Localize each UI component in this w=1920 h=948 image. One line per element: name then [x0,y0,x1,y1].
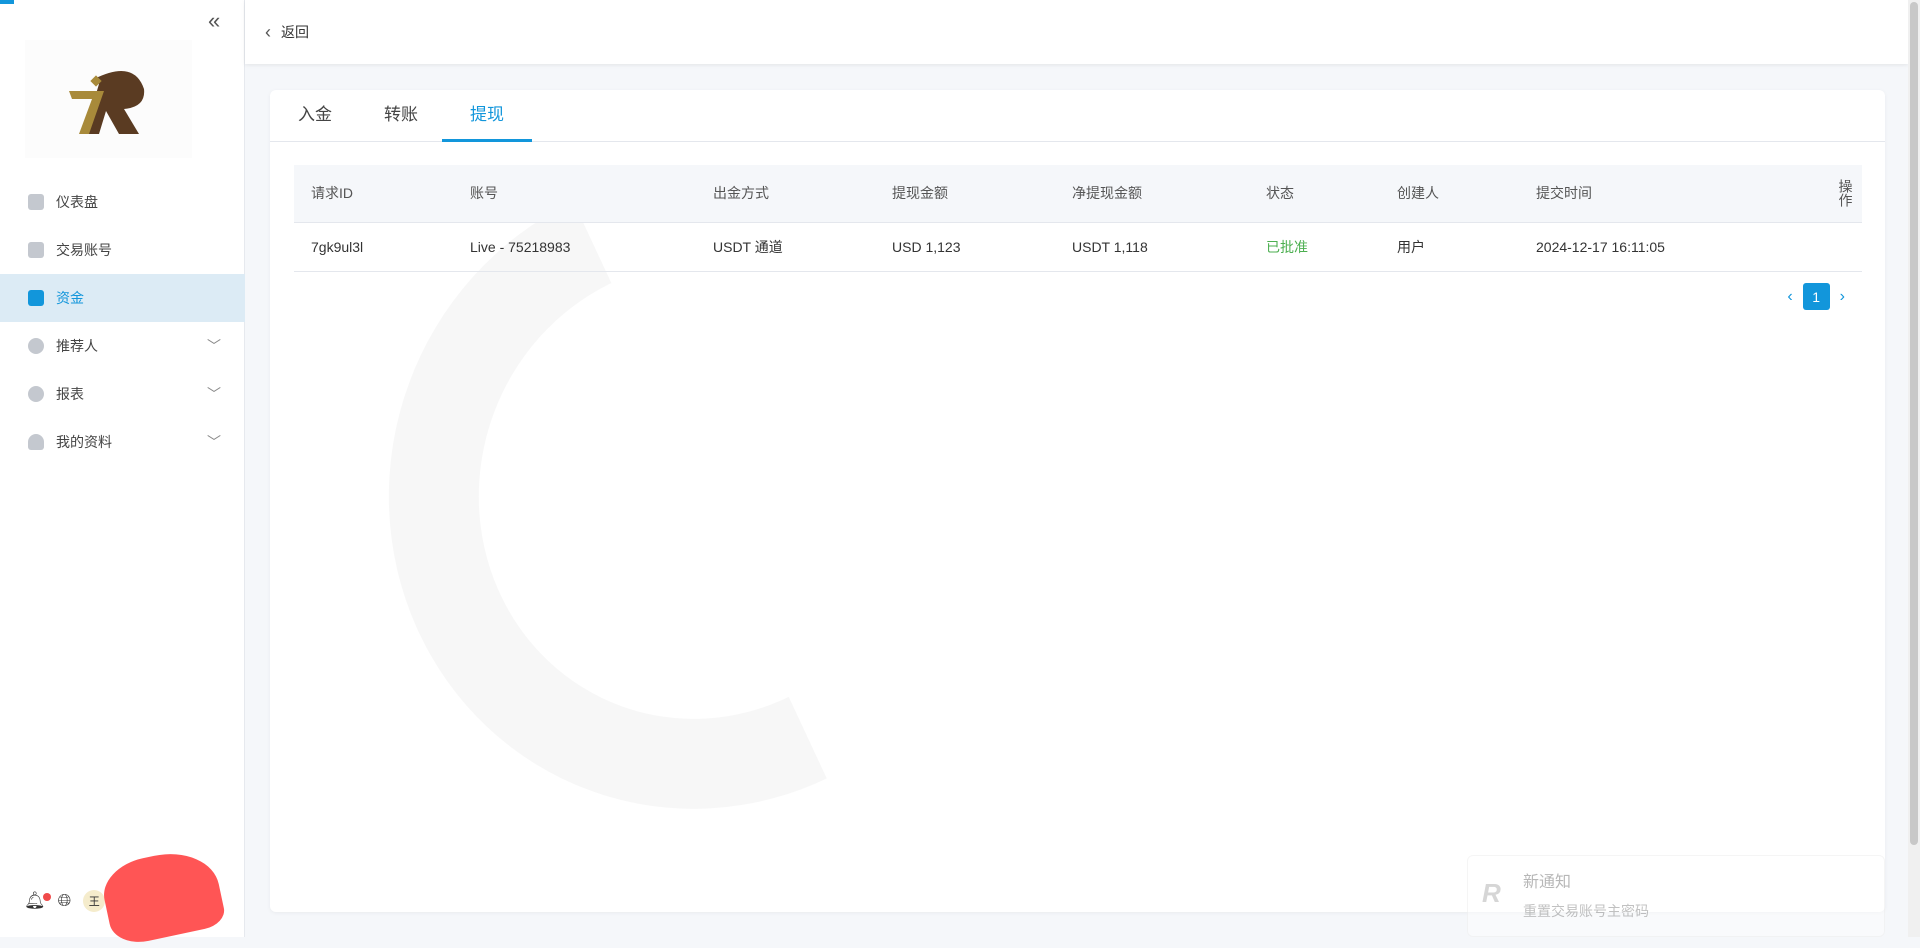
cell-actions [1829,222,1862,272]
chevron-down-icon: ﹀ [207,338,221,354]
chevron-down-icon: ﹀ [207,386,221,402]
col-amount: 提现金额 [875,165,1055,223]
col-submit-time: 提交时间 [1519,165,1829,223]
notification-dot [42,893,51,901]
wallet-icon [28,290,44,306]
withdrawals-table: 请求ID 账号 出金方式 提现金额 净提现金额 状态 创建人 提交时间 操作 7… [294,165,1862,272]
sidebar-item-label: 我的资料 [56,434,112,450]
notification-toast[interactable]: R 新通知 重置交易账号主密码 [1467,855,1885,937]
prev-page-icon[interactable]: ‹ [1787,288,1792,306]
logo [25,40,192,158]
bell-icon[interactable]: 🔔︎ [24,891,51,911]
top-marker [0,0,14,4]
sidebar-item-profile[interactable]: 我的资料 ﹀ [0,418,245,466]
back-button[interactable]: ‹ 返回 [265,22,309,43]
report-icon [28,386,44,402]
sidebar-item-referrer[interactable]: 推荐人 ﹀ [0,322,245,370]
scrollbar[interactable] [1908,0,1920,937]
tab-withdraw[interactable]: 提现 [442,90,532,142]
cell-method: USDT 通道 [696,222,875,272]
collapse-sidebar-icon[interactable]: « [208,8,220,34]
col-actions: 操作 [1829,165,1862,223]
redacted-username [97,843,228,948]
sidebar-item-label: 资金 [56,290,84,306]
cell-request-id: 7gk9ul3l [294,222,453,272]
sidebar-item-label: 报表 [56,386,84,402]
col-creator: 创建人 [1380,165,1519,223]
chevron-left-icon: ‹ [265,21,271,42]
trading-account-icon [28,242,44,258]
scrollbar-thumb[interactable] [1910,2,1918,845]
notification-body: 重置交易账号主密码 [1523,903,1649,919]
header: ‹ 返回 [245,0,1908,64]
chevron-down-icon: ﹀ [207,434,221,450]
col-status: 状态 [1249,165,1380,223]
notification-title: 新通知 [1523,874,1572,891]
globe-icon[interactable]: 🌐︎ [58,891,72,911]
sidebar: « 仪表盘 交易账号 资金 推荐人 ﹀ 报表 ﹀ 我的资料 ﹀ 🔔︎ 🌐︎ 王 [0,0,245,948]
col-net-amount: 净提现金额 [1055,165,1249,223]
tab-transfer[interactable]: 转账 [384,90,418,141]
next-page-icon[interactable]: › [1840,288,1845,306]
notification-logo-icon: R [1482,878,1501,908]
sidebar-item-funds[interactable]: 资金 [0,274,245,322]
content-card: 入金 转账 提现 请求ID 账号 出金方式 提现金额 净提现金额 状态 创建人 … [270,90,1885,912]
cell-account: Live - 75218983 [453,222,696,272]
table-row[interactable]: 7gk9ul3l Live - 75218983 USDT 通道 USD 1,1… [294,222,1862,272]
profile-icon [28,434,44,450]
col-method: 出金方式 [696,165,875,223]
cell-amount: USD 1,123 [875,222,1055,272]
sidebar-item-label: 仪表盘 [56,194,98,210]
cell-creator: 用户 [1380,222,1519,272]
sidebar-item-dashboard[interactable]: 仪表盘 [0,178,245,226]
tab-deposit[interactable]: 入金 [298,90,332,141]
sidebar-item-label: 推荐人 [56,338,98,354]
avatar[interactable]: 王 [83,890,106,912]
status-badge: 已批准 [1249,222,1380,272]
sidebar-item-reports[interactable]: 报表 ﹀ [0,370,245,418]
sidebar-item-label: 交易账号 [56,242,112,258]
dashboard-icon [28,194,44,210]
col-account: 账号 [453,165,696,223]
page-button[interactable]: 1 [1802,283,1830,310]
cell-net-amount: USDT 1,118 [1055,222,1249,272]
pagination: ‹ 1 › [1787,283,1845,310]
referrer-icon [28,338,44,354]
back-label: 返回 [281,24,309,40]
sidebar-item-trading-accounts[interactable]: 交易账号 [0,226,245,274]
col-request-id: 请求ID [294,165,453,223]
cell-submit-time: 2024-12-17 16:11:05 [1519,222,1829,272]
